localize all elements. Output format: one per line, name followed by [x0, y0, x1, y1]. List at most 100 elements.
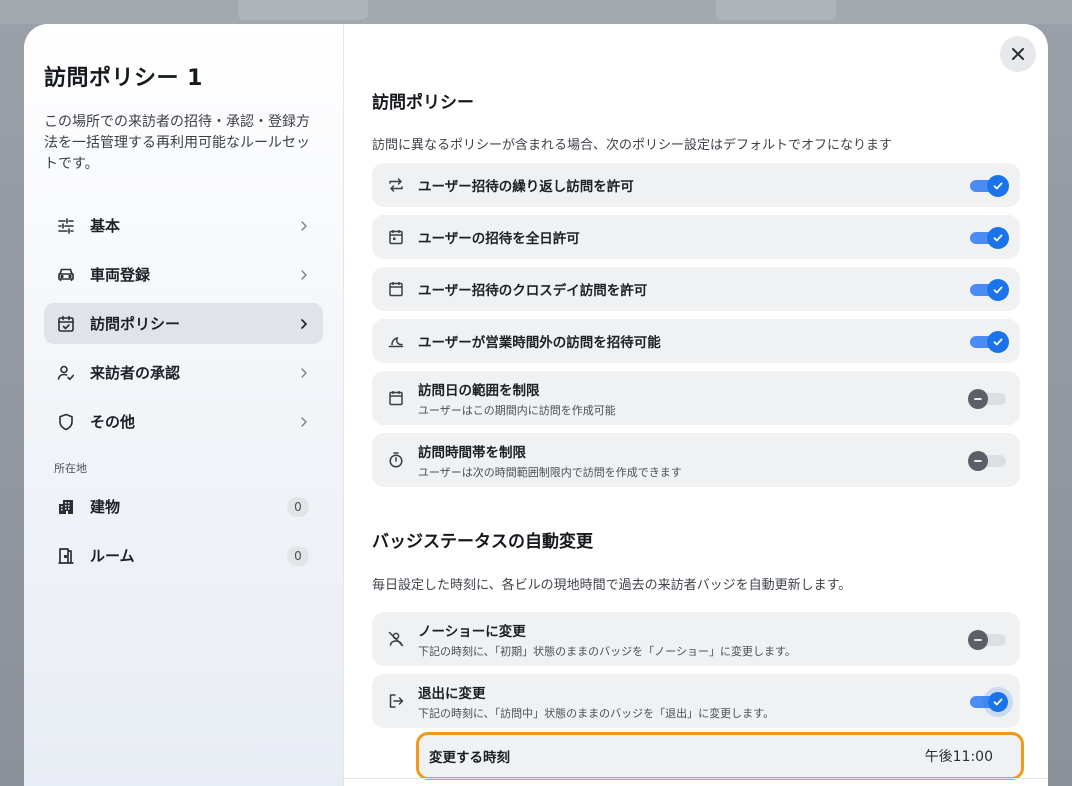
nav-item-label: 来訪者の承認 [90, 364, 181, 382]
badge-row-exit: 退出に変更 下記の時刻に、「訪問中」状態のままのバッジを「退出」に変更します。 [372, 674, 1020, 728]
nav-item-vehicle[interactable]: 車両登録 [44, 254, 323, 295]
nav-item-label: ルーム [90, 547, 135, 565]
calendar-range-icon [386, 388, 406, 408]
car-icon [56, 265, 76, 285]
rooms-count-badge: 0 [287, 545, 309, 566]
background-top-bar [0, 0, 1072, 24]
close-button[interactable] [1000, 36, 1036, 72]
nav-item-label: その他 [90, 413, 136, 431]
row-text: 訪問時間帯を制限 ユーザーは次の時間範囲制限内で訪問を作成できます [418, 441, 970, 480]
check-icon [993, 698, 1003, 706]
toggle-switch[interactable] [968, 449, 1006, 471]
nav-item-buildings[interactable]: 建物 0 [44, 486, 323, 527]
nav-item-visitor-approval[interactable]: 来訪者の承認 [44, 352, 323, 393]
minus-icon [974, 398, 982, 400]
change-time-value: 午後11:00 [924, 749, 993, 765]
nav-item-label: 訪問ポリシー [90, 315, 181, 333]
row-title: 訪問時間帯を制限 [418, 444, 526, 461]
row-text: 訪問日の範囲を制限 ユーザーはこの期間内に訪問を作成可能 [418, 379, 970, 418]
modal-title: 訪問ポリシー 1 [44, 66, 203, 91]
row-title: ユーザー招待の繰り返し訪問を許可 [418, 179, 634, 195]
check-icon [993, 286, 1003, 294]
row-text: 退出に変更 下記の時刻に、「訪問中」状態のままのバッジを「退出」に変更します。 [418, 682, 970, 721]
chevron-right-icon [301, 367, 307, 378]
shield-icon [56, 412, 76, 432]
row-title: 退出に変更 [418, 685, 486, 702]
row-note: ユーザーはこの期間内に訪問を作成可能 [418, 403, 616, 417]
chevron-right-icon [301, 318, 307, 329]
row-title: ユーザーが営業時間外の訪問を招待可能 [418, 335, 661, 351]
nav-item-other[interactable]: その他 [44, 401, 323, 442]
toggle-switch[interactable] [970, 174, 1008, 196]
check-icon [993, 182, 1003, 190]
row-text: ユーザーの招待を全日許可 [418, 227, 970, 247]
chevron-right-icon [301, 269, 307, 280]
minus-icon [974, 639, 982, 641]
policy-row-after-hours: ユーザーが営業時間外の訪問を招待可能 [372, 319, 1020, 363]
nav-item-rooms[interactable]: ルーム 0 [44, 535, 323, 576]
calendar-icon [386, 279, 406, 299]
row-title: ノーショーに変更 [418, 623, 526, 640]
background-tab [238, 0, 368, 20]
policy-modal: 訪問ポリシー 1 この場所での来訪者の招待・承認・登録方法を一括管理する再利用可… [24, 24, 1048, 786]
calendar-day-icon [386, 227, 406, 247]
policy-row-time-range: 訪問時間帯を制限 ユーザーは次の時間範囲制限内で訪問を作成できます [372, 433, 1020, 487]
door-icon [56, 546, 76, 566]
nav-item-label: 建物 [90, 498, 121, 516]
right-panel: 訪問ポリシー 訪問に異なるポリシーが含まれる場合、次のポリシー設定はデフォルトで… [344, 24, 1048, 786]
person-off-icon [386, 629, 406, 649]
sliders-icon [56, 216, 76, 236]
toggle-switch[interactable] [970, 690, 1008, 712]
settings-nav: 基本 車両登録 訪問ポリシー 来訪者の承認 その他 [44, 205, 323, 442]
toggle-switch[interactable] [970, 226, 1008, 248]
person-check-icon [56, 363, 76, 383]
visit-policy-note: 訪問に異なるポリシーが含まれる場合、次のポリシー設定はデフォルトでオフになります [372, 138, 893, 153]
left-panel: 訪問ポリシー 1 この場所での来訪者の招待・承認・登録方法を一括管理する再利用可… [24, 24, 344, 786]
chevron-right-icon [301, 416, 307, 427]
row-text: ユーザー招待の繰り返し訪問を許可 [418, 175, 970, 195]
nav-item-label: 車両登録 [90, 266, 151, 284]
policy-row-date-range: 訪問日の範囲を制限 ユーザーはこの期間内に訪問を作成可能 [372, 371, 1020, 425]
calendar-check-icon [56, 314, 76, 334]
nav-item-basic[interactable]: 基本 [44, 205, 323, 246]
row-note: 下記の時刻に、「訪問中」状態のままのバッジを「退出」に変更します。 [418, 706, 775, 720]
badge-status-note: 毎日設定した時刻に、各ビルの現地時間で過去の来訪者バッジを自動更新します。 [372, 578, 852, 593]
badge-status-list: ノーショーに変更 下記の時刻に、「初期」状態のままのバッジを「ノーショー」に変更… [372, 612, 1020, 728]
moon-icon [386, 331, 406, 351]
visit-policy-heading: 訪問ポリシー [372, 93, 474, 113]
footer-divider [344, 778, 1048, 779]
badge-status-heading: バッジステータスの自動変更 [372, 532, 593, 552]
change-time-label: 変更する時刻 [429, 750, 510, 766]
repeat-icon [386, 175, 406, 195]
close-icon [1012, 48, 1024, 60]
row-text: ユーザーが営業時間外の訪問を招待可能 [418, 331, 970, 351]
buildings-count-badge: 0 [287, 496, 309, 517]
locations-section-label: 所在地 [54, 462, 87, 475]
nav-item-visit-policy[interactable]: 訪問ポリシー [44, 303, 323, 344]
visit-policy-list: ユーザー招待の繰り返し訪問を許可 ユーザーの招待を全日許可 ユーザー招待のクロス… [372, 163, 1020, 487]
chevron-right-icon [301, 220, 307, 231]
toggle-switch[interactable] [968, 387, 1006, 409]
row-title: 訪問日の範囲を制限 [418, 382, 540, 399]
minus-icon [974, 460, 982, 462]
toggle-switch[interactable] [968, 628, 1006, 650]
policy-row-repeat-visits: ユーザー招待の繰り返し訪問を許可 [372, 163, 1020, 207]
building-icon [56, 497, 76, 517]
row-title: ユーザー招待のクロスデイ訪問を許可 [418, 283, 648, 299]
background-tab [716, 0, 836, 20]
check-icon [993, 338, 1003, 346]
modal-description: この場所での来訪者の招待・承認・登録方法を一括管理する再利用可能なルールセットで… [44, 114, 310, 172]
row-title: ユーザーの招待を全日許可 [418, 231, 580, 247]
check-icon [993, 234, 1003, 242]
toggle-switch[interactable] [970, 330, 1008, 352]
toggle-switch[interactable] [970, 278, 1008, 300]
stopwatch-icon [386, 450, 406, 470]
policy-row-cross-day: ユーザー招待のクロスデイ訪問を許可 [372, 267, 1020, 311]
badge-row-no-show: ノーショーに変更 下記の時刻に、「初期」状態のままのバッジを「ノーショー」に変更… [372, 612, 1020, 666]
row-note: ユーザーは次の時間範囲制限内で訪問を作成できます [418, 465, 682, 479]
row-note: 下記の時刻に、「初期」状態のままのバッジを「ノーショー」に変更します。 [418, 644, 796, 658]
exit-icon [386, 691, 406, 711]
policy-row-all-day: ユーザーの招待を全日許可 [372, 215, 1020, 259]
change-time-picker[interactable]: 変更する時刻 午後11:00 [416, 732, 1024, 780]
row-text: ユーザー招待のクロスデイ訪問を許可 [418, 279, 970, 299]
